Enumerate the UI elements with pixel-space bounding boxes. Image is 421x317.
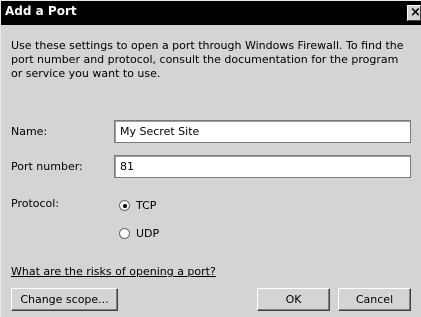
- ok-button[interactable]: OK: [257, 288, 330, 311]
- name-label: Name:: [11, 125, 48, 138]
- protocol-label: Protocol:: [11, 197, 60, 210]
- risks-link[interactable]: What are the risks of opening a port?: [11, 265, 216, 278]
- cancel-button[interactable]: Cancel: [338, 288, 411, 311]
- udp-label: UDP: [136, 227, 160, 240]
- change-scope-button[interactable]: Change scope...: [11, 288, 118, 311]
- port-number-label: Port number:: [11, 160, 83, 173]
- tcp-radio[interactable]: [119, 200, 130, 211]
- protocol-udp-option[interactable]: UDP: [119, 227, 159, 240]
- dialog-description: Use these settings to open a port throug…: [11, 39, 404, 80]
- name-input[interactable]: My Secret Site: [114, 120, 411, 143]
- close-button[interactable]: ×: [407, 5, 421, 21]
- close-icon: ×: [410, 5, 421, 20]
- protocol-tcp-option[interactable]: TCP: [119, 199, 156, 212]
- udp-radio[interactable]: [119, 228, 130, 239]
- port-number-input[interactable]: 81: [114, 155, 411, 178]
- title-bar: Add a Port ×: [1, 1, 421, 25]
- dialog-title: Add a Port: [5, 4, 77, 18]
- tcp-label: TCP: [136, 199, 157, 212]
- add-port-dialog: Add a Port × Use these settings to open …: [0, 0, 421, 317]
